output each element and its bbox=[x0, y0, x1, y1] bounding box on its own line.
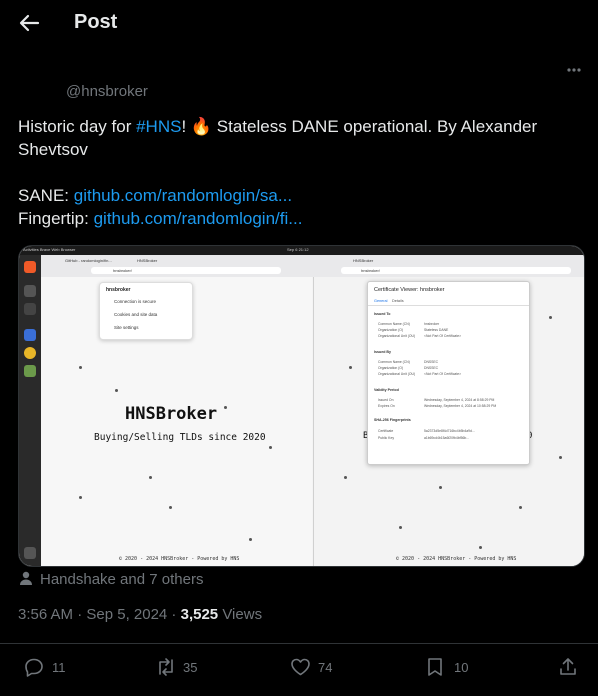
url-right: hnsbroker/ bbox=[361, 268, 380, 273]
brave-icon bbox=[24, 261, 36, 273]
cert-value: DNSSEC bbox=[424, 366, 439, 370]
repost-count: 35 bbox=[183, 660, 198, 675]
desktop-dock bbox=[19, 255, 41, 566]
tweet-text-part: Shevtsov bbox=[18, 140, 88, 159]
tab-hnsbroker-right: HNSBroker bbox=[353, 258, 374, 263]
chrome-icon bbox=[24, 347, 36, 359]
editor-icon bbox=[24, 329, 36, 341]
tweet-media-image[interactable]: Activities Brave Web Browser Sep 6 21:12… bbox=[18, 245, 585, 567]
more-options-icon[interactable] bbox=[566, 62, 582, 78]
repost-icon bbox=[159, 658, 173, 676]
reply-icon bbox=[25, 658, 43, 677]
post-header: Post bbox=[0, 0, 598, 46]
share-icon bbox=[560, 658, 576, 675]
address-bar-right: hnsbroker/ bbox=[341, 267, 571, 274]
back-arrow-icon[interactable] bbox=[17, 12, 41, 34]
page-title: Post bbox=[74, 11, 118, 33]
cert-value: 5a2373d5e8f4d716bc4b5b4a9d... bbox=[424, 429, 475, 433]
cert-value: <Not Part Of Certificate> bbox=[424, 334, 462, 338]
person-icon bbox=[20, 571, 32, 585]
reply-count: 11 bbox=[52, 660, 66, 675]
tab-github: GitHub - randomlogin/fin... bbox=[65, 258, 112, 263]
cert-section-issued-by: Issued By bbox=[374, 350, 391, 354]
cert-value: a1b69cd4b15a6f20fb4bf56b... bbox=[424, 436, 470, 440]
brand-tagline: Buying/Selling TLDs since 2020 bbox=[94, 432, 266, 443]
cert-key: Organization (O) bbox=[378, 366, 404, 370]
cert-tab-details[interactable]: Details bbox=[392, 299, 404, 303]
popup-title: hnsbroker bbox=[106, 287, 131, 293]
brand-heading: HNSBroker bbox=[125, 404, 218, 424]
heart-icon bbox=[291, 658, 310, 676]
sane-label: SANE: bbox=[18, 186, 74, 205]
hashtag-link[interactable]: #HNS bbox=[136, 117, 181, 136]
cert-key: Issued On bbox=[378, 398, 394, 402]
tweet-text-part: ! 🔥 Stateless DANE operational. By Alexa… bbox=[181, 117, 538, 136]
popup-item[interactable]: Connection is secure bbox=[114, 299, 156, 304]
address-bar-left: hnsbroker/ bbox=[91, 267, 281, 274]
topbar-clock: Sep 6 21:12 bbox=[287, 247, 309, 252]
app-grid-icon bbox=[24, 547, 36, 559]
fingertip-link[interactable]: github.com/randomlogin/fi... bbox=[94, 209, 303, 228]
cert-value: Wednesday, September 4, 2024 at 10:58:29… bbox=[424, 404, 497, 408]
tweet-text: Historic day for #HNS! 🔥 Stateless DANE … bbox=[18, 115, 578, 230]
cert-section-validity: Validity Period bbox=[374, 388, 399, 392]
fingertip-label: Fingertip: bbox=[18, 209, 94, 228]
divider bbox=[0, 643, 598, 644]
bookmark-button[interactable]: 10 bbox=[426, 657, 486, 677]
cert-value: Wednesday, September 4, 2024 at 8:58:29 … bbox=[424, 398, 495, 402]
sane-link[interactable]: github.com/randomlogin/sa... bbox=[74, 186, 292, 205]
app-icon bbox=[24, 285, 36, 297]
url-left: hnsbroker/ bbox=[113, 268, 132, 273]
site-info-popup: hnsbroker Connection is secure Cookies a… bbox=[99, 282, 193, 340]
views-label: Views bbox=[218, 606, 263, 623]
like-button[interactable]: 74 bbox=[290, 657, 350, 677]
liked-by-text: Handshake and 7 others bbox=[40, 571, 204, 588]
liked-by[interactable]: Handshake and 7 others bbox=[18, 570, 203, 588]
share-button[interactable] bbox=[558, 657, 580, 677]
cert-value: <Not Part Of Certificate> bbox=[424, 372, 462, 376]
reply-button[interactable]: 11 bbox=[24, 657, 84, 677]
certificate-viewer: Certificate Viewer: hnsbroker General De… bbox=[367, 281, 530, 465]
post-meta: 3:56 AM · Sep 5, 2024 · 3,525 Views bbox=[18, 606, 262, 623]
repost-button[interactable]: 35 bbox=[155, 657, 215, 677]
cert-value: DNSSEC bbox=[424, 360, 439, 364]
popup-item[interactable]: Cookies and site data bbox=[114, 312, 157, 317]
author-handle[interactable]: @hnsbroker bbox=[66, 83, 148, 100]
terminal-icon bbox=[24, 303, 36, 315]
trash-icon bbox=[24, 365, 36, 377]
views-count: 3,525 bbox=[180, 606, 219, 623]
site-footer-right: © 2020 - 2024 HNSBroker - Powered by HNS bbox=[396, 556, 517, 562]
cert-value: hnsbroker bbox=[424, 322, 440, 326]
topbar-left-text: Activities Brave Web Browser bbox=[23, 247, 76, 252]
cert-key: Common Name (CN) bbox=[378, 360, 410, 364]
cert-section-issued-to: Issued To bbox=[374, 312, 391, 316]
cert-tab-general[interactable]: General bbox=[374, 299, 388, 303]
cert-value: Stateless DANE bbox=[424, 328, 449, 332]
desktop-topbar: Activities Brave Web Browser Sep 6 21:12 bbox=[19, 246, 584, 255]
bookmark-icon bbox=[428, 658, 442, 676]
site-footer-left: © 2020 - 2024 HNSBroker - Powered by HNS bbox=[119, 556, 240, 562]
like-count: 74 bbox=[318, 660, 333, 675]
cert-key: Organization (O) bbox=[378, 328, 404, 332]
bookmark-count: 10 bbox=[454, 660, 469, 675]
cert-key: Expires On bbox=[378, 404, 395, 408]
cert-title: Certificate Viewer: hnsbroker bbox=[374, 287, 445, 293]
cert-key: Organizational Unit (OU) bbox=[378, 372, 416, 376]
cert-key: Certificate bbox=[378, 429, 394, 433]
popup-item[interactable]: Site settings bbox=[114, 325, 139, 330]
post-timestamp[interactable]: 3:56 AM · Sep 5, 2024 · bbox=[18, 606, 181, 623]
browser-chrome: GitHub - randomlogin/fin... HNSBroker HN… bbox=[41, 255, 584, 277]
cert-key: Common Name (CN) bbox=[378, 322, 410, 326]
tweet-text-part: Historic day for bbox=[18, 117, 137, 136]
tab-hnsbroker-left: HNSBroker bbox=[137, 258, 158, 263]
cert-key: Organizational Unit (OU) bbox=[378, 334, 416, 338]
cert-key: Public Key bbox=[378, 436, 395, 440]
cert-section-fingerprints: SHA-256 Fingerprints bbox=[374, 418, 411, 422]
